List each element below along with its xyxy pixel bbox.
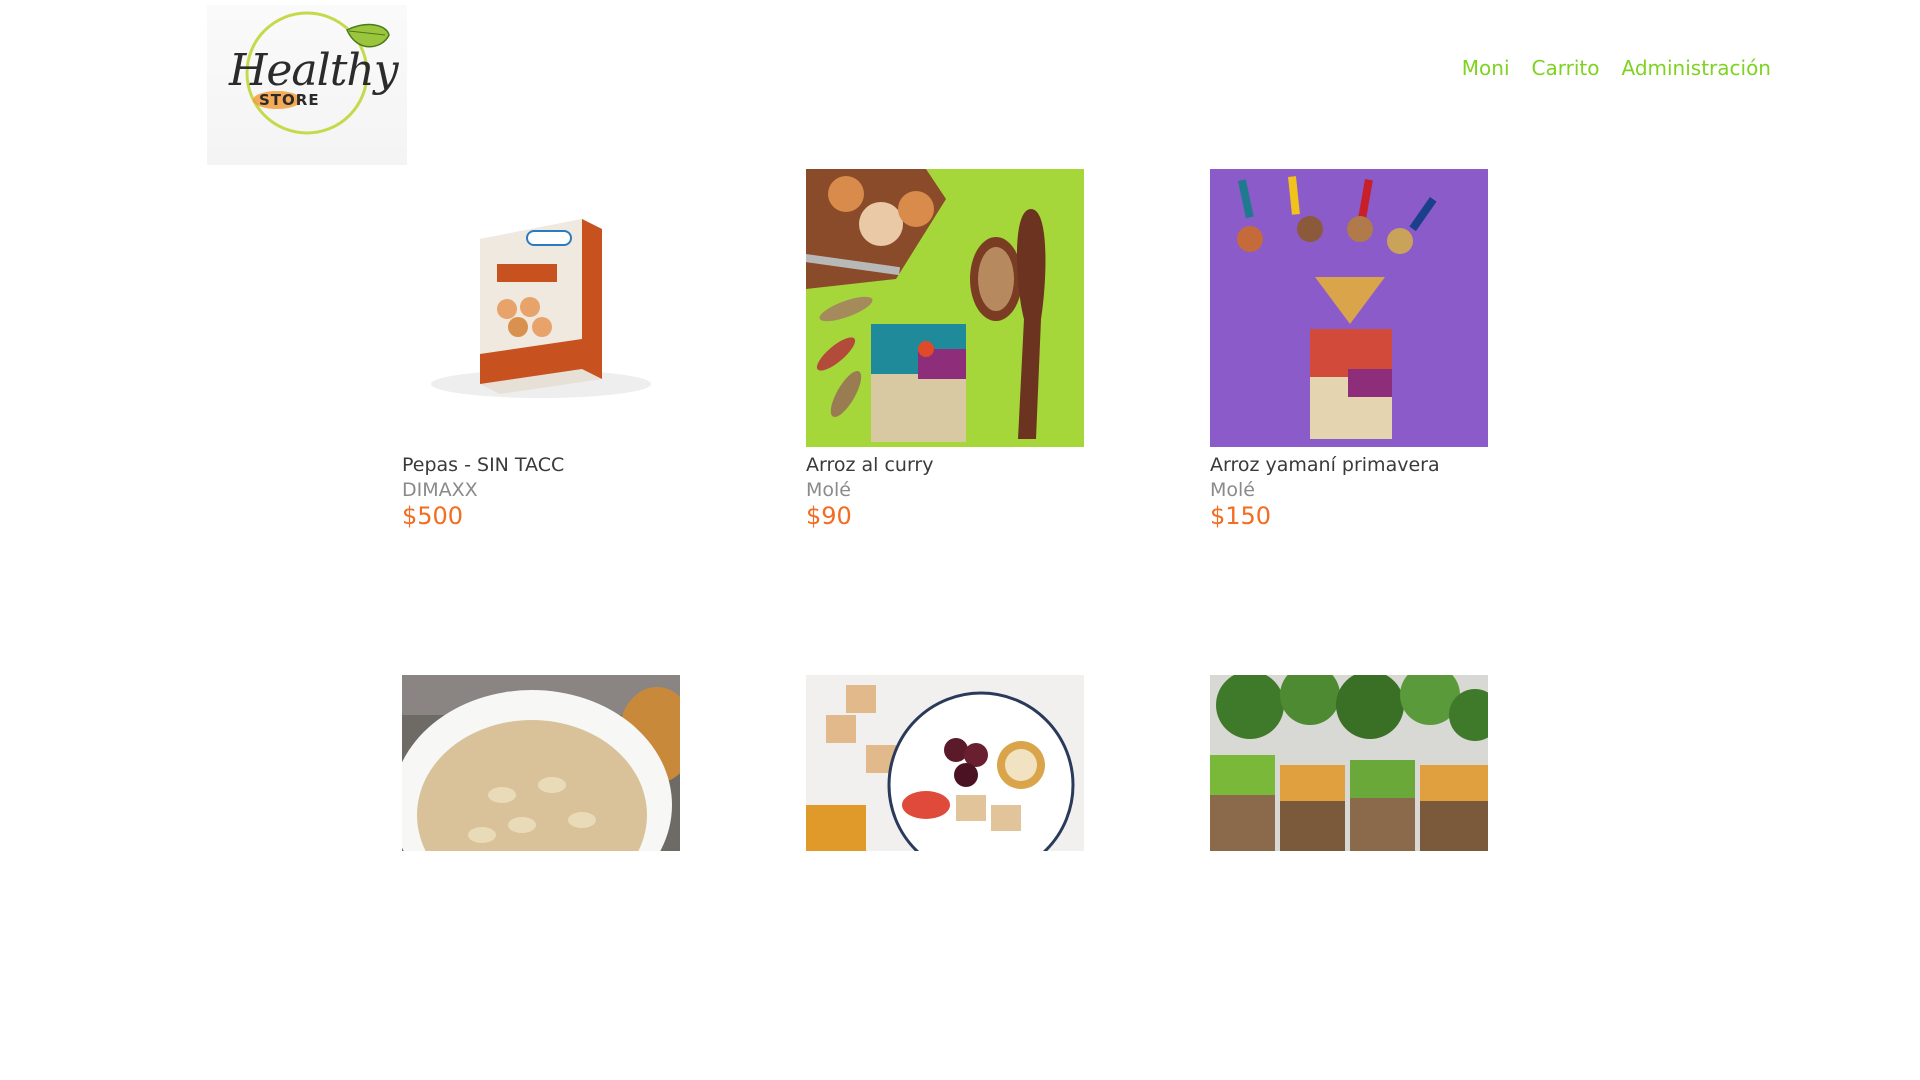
product-brand: Molé (1210, 479, 1255, 501)
product-name: Pepas - SIN TACC (402, 454, 565, 476)
logo-title: Healthy (229, 45, 399, 96)
store-logo[interactable]: Healthy STORE (207, 5, 407, 165)
product-name: Arroz yamaní primavera (1210, 454, 1440, 476)
product-image[interactable] (1210, 169, 1488, 447)
product-card[interactable]: Arroz yamaní primavera Molé $150 (1210, 169, 1488, 530)
main-nav: Moni Carrito Administración (1462, 56, 1771, 80)
product-card[interactable] (1210, 675, 1488, 851)
nav-cart[interactable]: Carrito (1532, 56, 1600, 80)
product-image[interactable] (806, 169, 1084, 447)
product-card[interactable]: Arroz al curry Molé $90 (806, 169, 1084, 530)
nav-user-moni[interactable]: Moni (1462, 56, 1510, 80)
product-card[interactable]: Pepas - SIN TACC DIMAXX $500 (402, 169, 680, 530)
product-image[interactable] (1210, 675, 1488, 851)
product-image[interactable] (806, 675, 1084, 851)
product-price: $500 (402, 502, 464, 530)
product-card[interactable] (806, 675, 1084, 851)
product-image[interactable] (402, 675, 680, 851)
product-image[interactable] (402, 169, 680, 447)
product-brand: DIMAXX (402, 479, 478, 501)
product-brand: Molé (806, 479, 851, 501)
logo-subtitle: STORE (259, 91, 320, 109)
product-card[interactable] (402, 675, 680, 851)
product-price: $150 (1210, 502, 1272, 530)
nav-admin[interactable]: Administración (1621, 56, 1771, 80)
product-price: $90 (806, 502, 852, 530)
product-name: Arroz al curry (806, 454, 934, 476)
